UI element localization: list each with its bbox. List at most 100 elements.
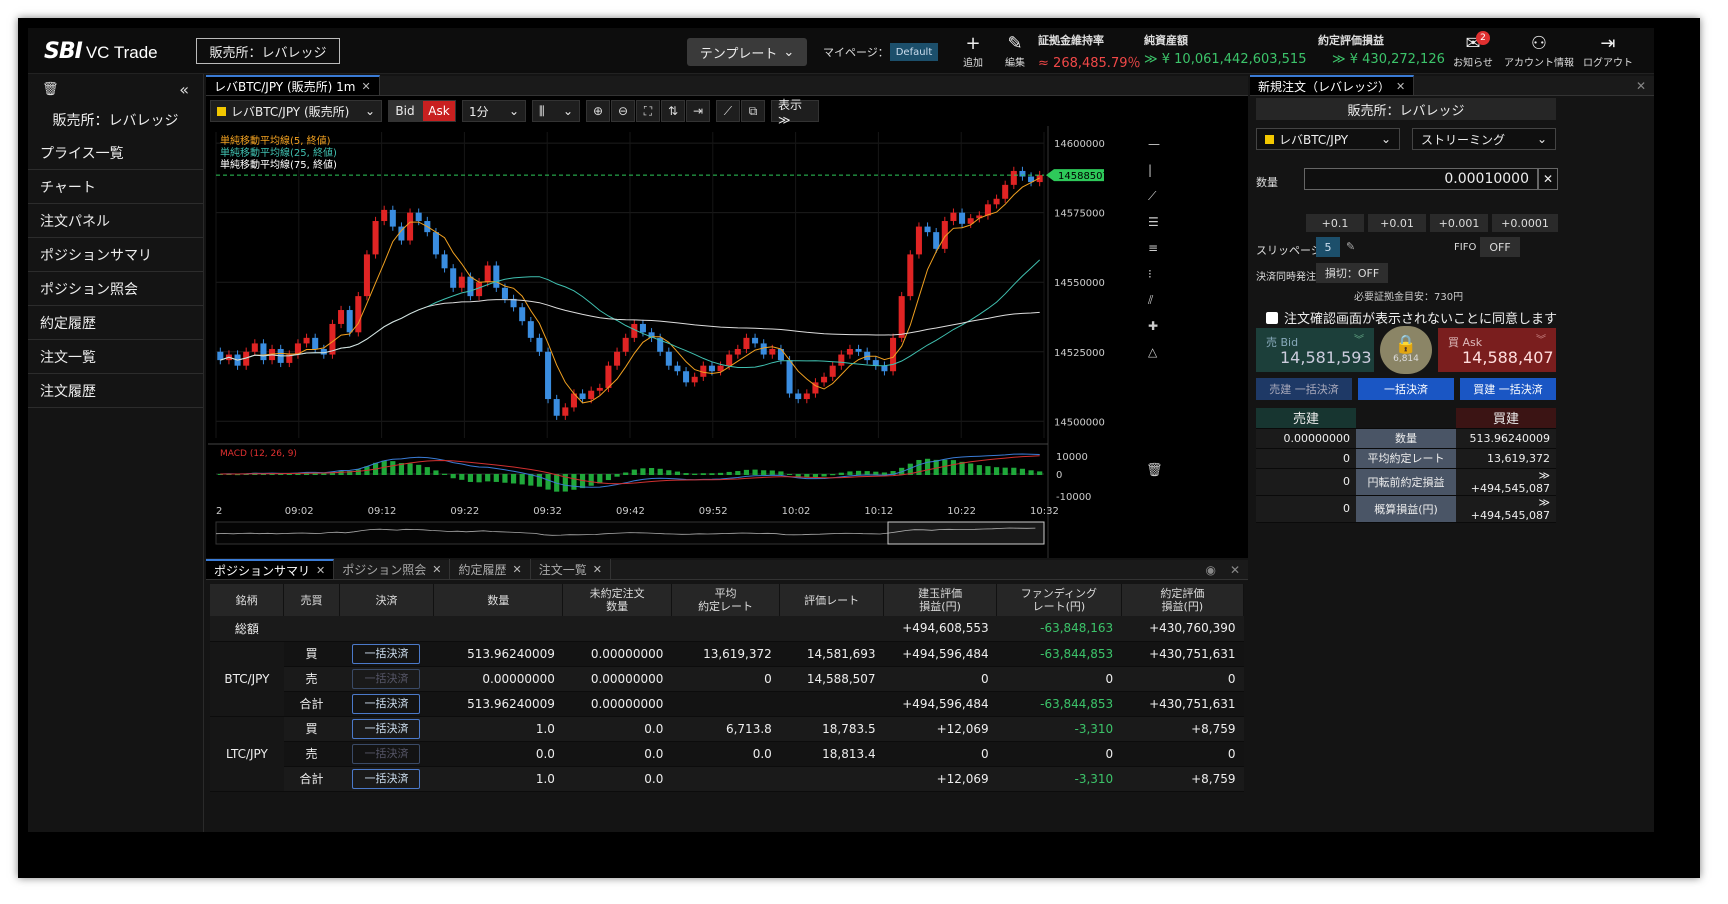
close-icon[interactable]: ✕ [361, 80, 370, 93]
time-tick-label: 10:32 [1030, 506, 1059, 517]
stoploss-toggle[interactable]: 損切：OFF [1316, 263, 1388, 283]
close-icon[interactable]: ✕ [316, 564, 325, 577]
settle-button[interactable]: 一括決済 [352, 768, 421, 789]
order-summary-table: 売建 買建 0.00000000 数量 513.96240009 0 平均約定レート 13… [1256, 408, 1556, 523]
sidebar-item-order-list[interactable]: 注文一覧 [28, 340, 203, 374]
clear-icon[interactable]: ✕ [1538, 168, 1558, 190]
inc-0.0001-button[interactable]: +0.0001 [1492, 214, 1558, 232]
trash-icon[interactable]: 🗑 [42, 82, 59, 97]
close-icon[interactable]: ✕ [1396, 80, 1405, 93]
zoom-in-icon[interactable]: ⊕ [586, 100, 610, 122]
collapse-icon[interactable]: « [179, 80, 189, 99]
sidebar-item-price-list[interactable]: プライス一覧 [28, 136, 203, 170]
settle-all-button[interactable]: 一括決済 [1358, 378, 1454, 400]
tab-label: ポジションサマリ [214, 563, 311, 578]
display-select[interactable]: 表示 ≫ [771, 98, 819, 127]
interval-select[interactable]: 1分 ⌄ [462, 100, 526, 122]
time-tick-label: 2 [216, 506, 222, 517]
macd-histogram [674, 471, 681, 475]
side-cell: 買 [283, 641, 340, 667]
edit-button[interactable]: ✎ 編集 [994, 34, 1036, 70]
indicator-icon[interactable]: ⟋ [716, 100, 740, 122]
checkbox-icon[interactable] [1266, 311, 1278, 324]
edit-icon[interactable]: ✎ [1346, 240, 1355, 253]
qty-input[interactable]: 0.00010000 [1304, 168, 1538, 190]
inc-0.01-button[interactable]: +0.01 [1368, 214, 1426, 232]
candle [527, 321, 534, 338]
eye-icon[interactable]: ◉ [1199, 563, 1221, 579]
buy-button[interactable]: 買 Ask ︾ 14,588,407 [1438, 328, 1556, 372]
macd-histogram [950, 460, 957, 475]
macd-histogram [993, 467, 1000, 475]
zoom-tools: ⊕ ⊖ ⛶ ⇅ ⇥ [586, 100, 710, 122]
candle [1002, 184, 1009, 199]
account-button[interactable]: ⚇ アカウント情報 [1504, 34, 1574, 70]
order-symbol-select[interactable]: レバBTC/JPY ⌄ [1256, 128, 1400, 150]
close-icon[interactable]: ✕ [593, 563, 602, 576]
lock-button[interactable]: 🔒 6,814 [1380, 326, 1432, 374]
draw-tool-icon: ⫽ [1147, 293, 1154, 307]
sidebar-item-execution-history[interactable]: 約定履歴 [28, 306, 203, 340]
logout-button[interactable]: ⇥ ログアウト [1580, 34, 1636, 70]
settle-button[interactable]: 一括決済 [352, 643, 421, 664]
tab-position-query[interactable]: ポジション照会 ✕ [334, 559, 451, 579]
inc-0.001-button[interactable]: +0.001 [1430, 214, 1488, 232]
add-button[interactable]: + 追加 [952, 34, 994, 70]
close-icon[interactable]: ✕ [432, 563, 441, 576]
bid-button[interactable]: Bid [388, 100, 422, 122]
notice-button[interactable]: ✉ 2 お知らせ [1452, 31, 1494, 70]
inc-0.1-button[interactable]: +0.1 [1306, 214, 1364, 232]
column-header: 未約定注文 数量 [562, 584, 672, 616]
candle [605, 365, 612, 388]
settle-button[interactable]: 一括決済 [352, 693, 421, 714]
symbol-select[interactable]: レバBTC/JPY (販売所) ⌄ [210, 100, 382, 122]
macd-histogram [424, 467, 430, 475]
stat-label: 約定評価損益 [1318, 34, 1384, 47]
autoscale-icon[interactable]: ⇅ [661, 100, 685, 122]
tab-execution-history[interactable]: 約定履歴 ✕ [450, 559, 531, 579]
sidebar-item-position-summary[interactable]: ポジションサマリ [28, 238, 203, 272]
scroll-end-icon[interactable]: ⇥ [686, 100, 710, 122]
margin-label: 必要証拠金目安： [1354, 292, 1434, 303]
sidebar-item-chart[interactable]: チャート [28, 170, 203, 204]
tab-position-summary[interactable]: ポジションサマリ ✕ [206, 559, 335, 579]
trend-icon: ≈ [1038, 56, 1049, 71]
tab-chart[interactable]: レバBTC/JPY (販売所) 1m ✕ [206, 75, 380, 95]
slippage-input[interactable]: 5 [1316, 237, 1340, 257]
summary-sell: 0 [1256, 448, 1356, 469]
candle [389, 209, 396, 227]
logo-brand: SBI [44, 39, 83, 64]
macd-histogram [769, 470, 775, 475]
confirm-skip-checkbox[interactable]: 注文確認画面が表示されないことに同意します [1266, 308, 1557, 327]
fit-icon[interactable]: ⛶ [636, 100, 660, 122]
settle-button[interactable]: 一括決済 [352, 668, 421, 689]
tab-new-order[interactable]: 新規注文（レバレッジ） ✕ [1250, 75, 1415, 95]
template-dropdown[interactable]: テンプレート ⌄ [687, 38, 807, 66]
order-mode-select[interactable]: ストリーミング ⌄ [1412, 128, 1556, 150]
price-chart[interactable]: 14600000 14575000 14550000 14525000 14500000… [208, 126, 1248, 558]
close-icon[interactable]: ✕ [512, 563, 521, 576]
summary-row: 0 円転前約定損益 ≫ +494,545,087 [1256, 468, 1556, 496]
compare-icon[interactable]: ⧉ [741, 100, 765, 122]
chart-type-select[interactable]: ⫼ ⌄ [532, 100, 580, 122]
candle [683, 371, 690, 383]
avg-cell [671, 691, 780, 717]
zoom-out-icon[interactable]: ⊖ [611, 100, 635, 122]
settle-button[interactable]: 一括決済 [352, 743, 421, 764]
buy-settle-all-button[interactable]: 買建 一括決済 [1460, 378, 1556, 400]
sidebar-item-position-query[interactable]: ポジション照会 [28, 272, 203, 306]
tab-order-list[interactable]: 注文一覧 ✕ [531, 559, 611, 579]
mypage-select[interactable]: Default [890, 43, 938, 61]
symbol-color-icon [217, 106, 226, 116]
sidebar-item-order-history[interactable]: 注文履歴 [28, 374, 203, 408]
sidebar-item-order-panel[interactable]: 注文パネル [28, 204, 203, 238]
position-table-wrap: 銘柄 売買 決済 数量 未約定注文 数量 平均 約定レート 評価レート 建玉評価 損益(円) フ… [206, 580, 1248, 792]
settle-button[interactable]: 一括決済 [352, 718, 421, 739]
sell-settle-all-button[interactable]: 売建 一括決済 [1256, 378, 1352, 400]
close-icon[interactable]: ✕ [1222, 563, 1248, 579]
fifo-toggle[interactable]: OFF [1480, 237, 1520, 257]
stat-value: ≫ ¥ 430,272,126 [1318, 52, 1445, 67]
ask-button[interactable]: Ask [422, 100, 456, 122]
sell-button[interactable]: 売 Bid ︾ 14,581,593 [1256, 328, 1374, 372]
close-icon[interactable]: ✕ [1628, 79, 1654, 95]
